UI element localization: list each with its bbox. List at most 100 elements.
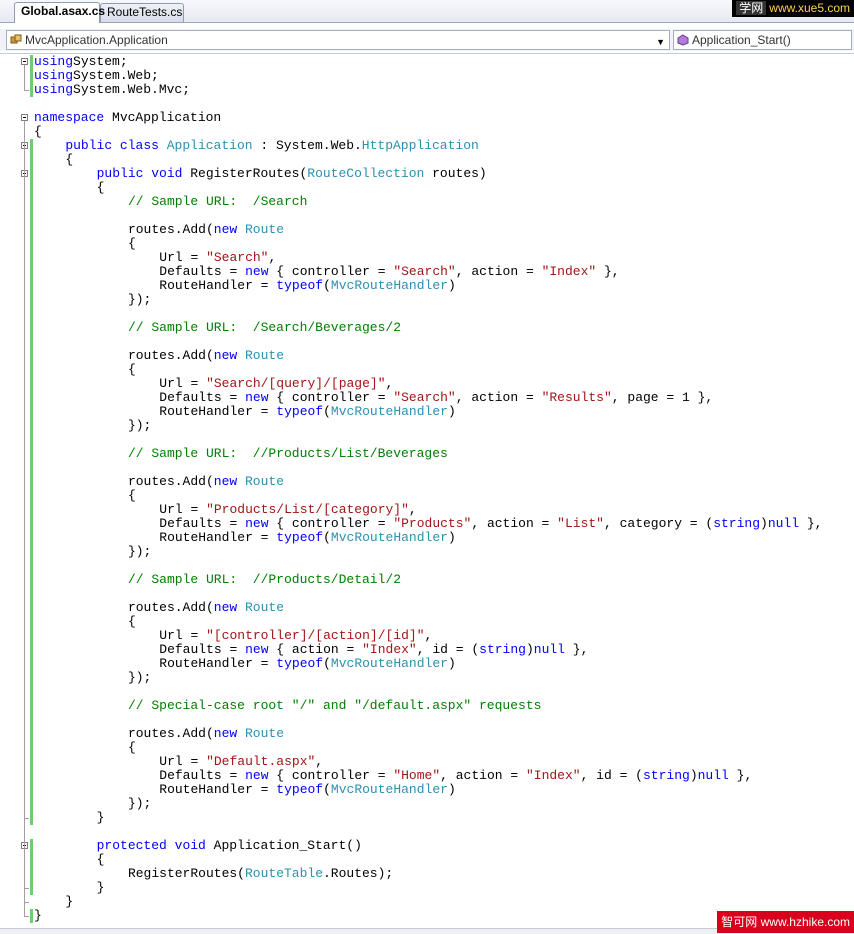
code-token: new	[213, 726, 238, 741]
code-line: routes.Add(new Route	[128, 601, 284, 615]
code-line: public void RegisterRoutes(RouteCollecti…	[97, 167, 487, 181]
code-token: System.Web.Mvc;	[73, 82, 191, 97]
code-line: Defaults = new { controller = "Search", …	[159, 391, 713, 405]
code-token: // Sample URL: /Search	[127, 194, 308, 209]
code-token: // Sample URL: //Products/Detail/2	[127, 572, 401, 587]
type-dropdown[interactable]: MvcApplication.Application ▼	[6, 30, 670, 50]
code-token: MvcRouteHandler	[330, 656, 448, 671]
code-token: new	[245, 390, 269, 405]
code-token: Url =	[159, 502, 207, 517]
member-dropdown[interactable]: Application_Start()	[673, 30, 852, 50]
code-token: null	[533, 642, 565, 657]
code-token: (	[323, 782, 331, 797]
code-line: {	[34, 125, 42, 139]
code-token: : System.Web.	[252, 138, 362, 153]
change-marker	[30, 55, 33, 97]
code-token: "Default.aspx"	[206, 754, 316, 769]
code-token: ,	[385, 376, 394, 391]
code-token: { controller =	[268, 516, 394, 531]
code-token: // Sample URL: //Products/List/Beverages	[127, 446, 448, 461]
code-token: routes.Add(	[127, 600, 214, 615]
outlining-margin	[0, 54, 33, 929]
code-token: )	[447, 656, 456, 671]
code-token: { controller =	[268, 768, 394, 783]
code-token: , category = (	[603, 516, 714, 531]
code-token: Route	[245, 726, 285, 741]
code-token: RouteHandler =	[159, 782, 277, 797]
code-line: {	[128, 489, 136, 503]
code-token: {	[96, 852, 105, 867]
code-token: routes.Add(	[127, 222, 214, 237]
outline-guide	[24, 65, 25, 90]
code-token: Defaults =	[159, 516, 246, 531]
code-line: }	[97, 811, 105, 825]
code-token: });	[127, 544, 152, 559]
chevron-down-icon[interactable]: ▼	[656, 33, 665, 49]
code-token: // Sample URL: /Search/Beverages/2	[127, 320, 401, 335]
code-token: )	[447, 404, 456, 419]
code-token: RouteHandler =	[159, 656, 277, 671]
collapse-toggle[interactable]	[21, 114, 28, 121]
code-token: {	[127, 362, 136, 377]
code-token: {	[127, 236, 136, 251]
code-token: MvcRouteHandler	[330, 782, 448, 797]
code-token: namespace	[34, 110, 105, 125]
code-token: "List"	[557, 516, 604, 531]
code-line: RouteHandler = typeof(MvcRouteHandler)	[159, 279, 456, 293]
code-line: RegisterRoutes(RouteTable.Routes);	[128, 867, 393, 881]
code-token: new	[245, 516, 269, 531]
code-token: Route	[245, 600, 285, 615]
code-token: "Products/List/[category]"	[206, 502, 409, 517]
code-token: }	[96, 880, 105, 895]
code-line: usingSystem;	[34, 55, 128, 69]
tab-global-asax-cs[interactable]: Global.asax.cs	[14, 2, 105, 23]
code-token: }	[34, 908, 42, 923]
code-token: });	[127, 796, 152, 811]
watermark-top-url: www.xue5.com	[769, 1, 850, 15]
code-token: System.Web;	[73, 68, 159, 83]
code-token: routes.Add(	[127, 474, 214, 489]
code-token: )	[525, 642, 534, 657]
code-token: null	[697, 768, 729, 783]
code-line: });	[128, 293, 151, 307]
code-line: public class Application : System.Web.Ht…	[65, 139, 479, 153]
code-token: new	[213, 600, 238, 615]
code-token: string	[713, 516, 761, 531]
code-token: RouteHandler =	[159, 278, 277, 293]
code-token: });	[127, 418, 152, 433]
code-token: "Index"	[362, 642, 417, 657]
code-token: , action =	[455, 390, 542, 405]
code-token: MvcRouteHandler	[330, 404, 448, 419]
collapse-toggle[interactable]	[21, 58, 28, 65]
code-token: new	[245, 768, 269, 783]
code-token: Url =	[159, 754, 207, 769]
code-token: { controller =	[268, 390, 394, 405]
code-token: });	[127, 292, 152, 307]
code-line: usingSystem.Web.Mvc;	[34, 83, 190, 97]
code-line: });	[128, 671, 151, 685]
code-token: null	[767, 516, 800, 531]
code-token: RouteHandler =	[159, 530, 277, 545]
code-token: , action =	[455, 264, 542, 279]
code-line: RouteHandler = typeof(MvcRouteHandler)	[159, 405, 456, 419]
code-text-area[interactable]: usingSystem; usingSystem.Web; usingSystem.…	[34, 54, 854, 929]
code-line: }	[97, 881, 105, 895]
code-line: {	[97, 853, 105, 867]
class-icon	[10, 34, 22, 44]
code-token: },	[728, 768, 753, 783]
code-editor[interactable]: usingSystem; usingSystem.Web; usingSystem.…	[0, 53, 854, 929]
tab-routetests-cs[interactable]: RouteTests.cs	[100, 3, 184, 22]
code-line: {	[128, 363, 136, 377]
code-line: // Sample URL: /Search/Beverages/2	[128, 321, 401, 335]
code-token: (	[323, 278, 331, 293]
code-token: // Special-case root "/" and "/default.a…	[127, 698, 542, 713]
code-token: Application_Start()	[205, 838, 362, 853]
type-dropdown-value: MvcApplication.Application	[25, 33, 168, 47]
code-line: Url = "Search/[query]/[page]",	[159, 377, 393, 391]
code-token: },	[596, 264, 620, 279]
code-token: Url =	[159, 376, 207, 391]
